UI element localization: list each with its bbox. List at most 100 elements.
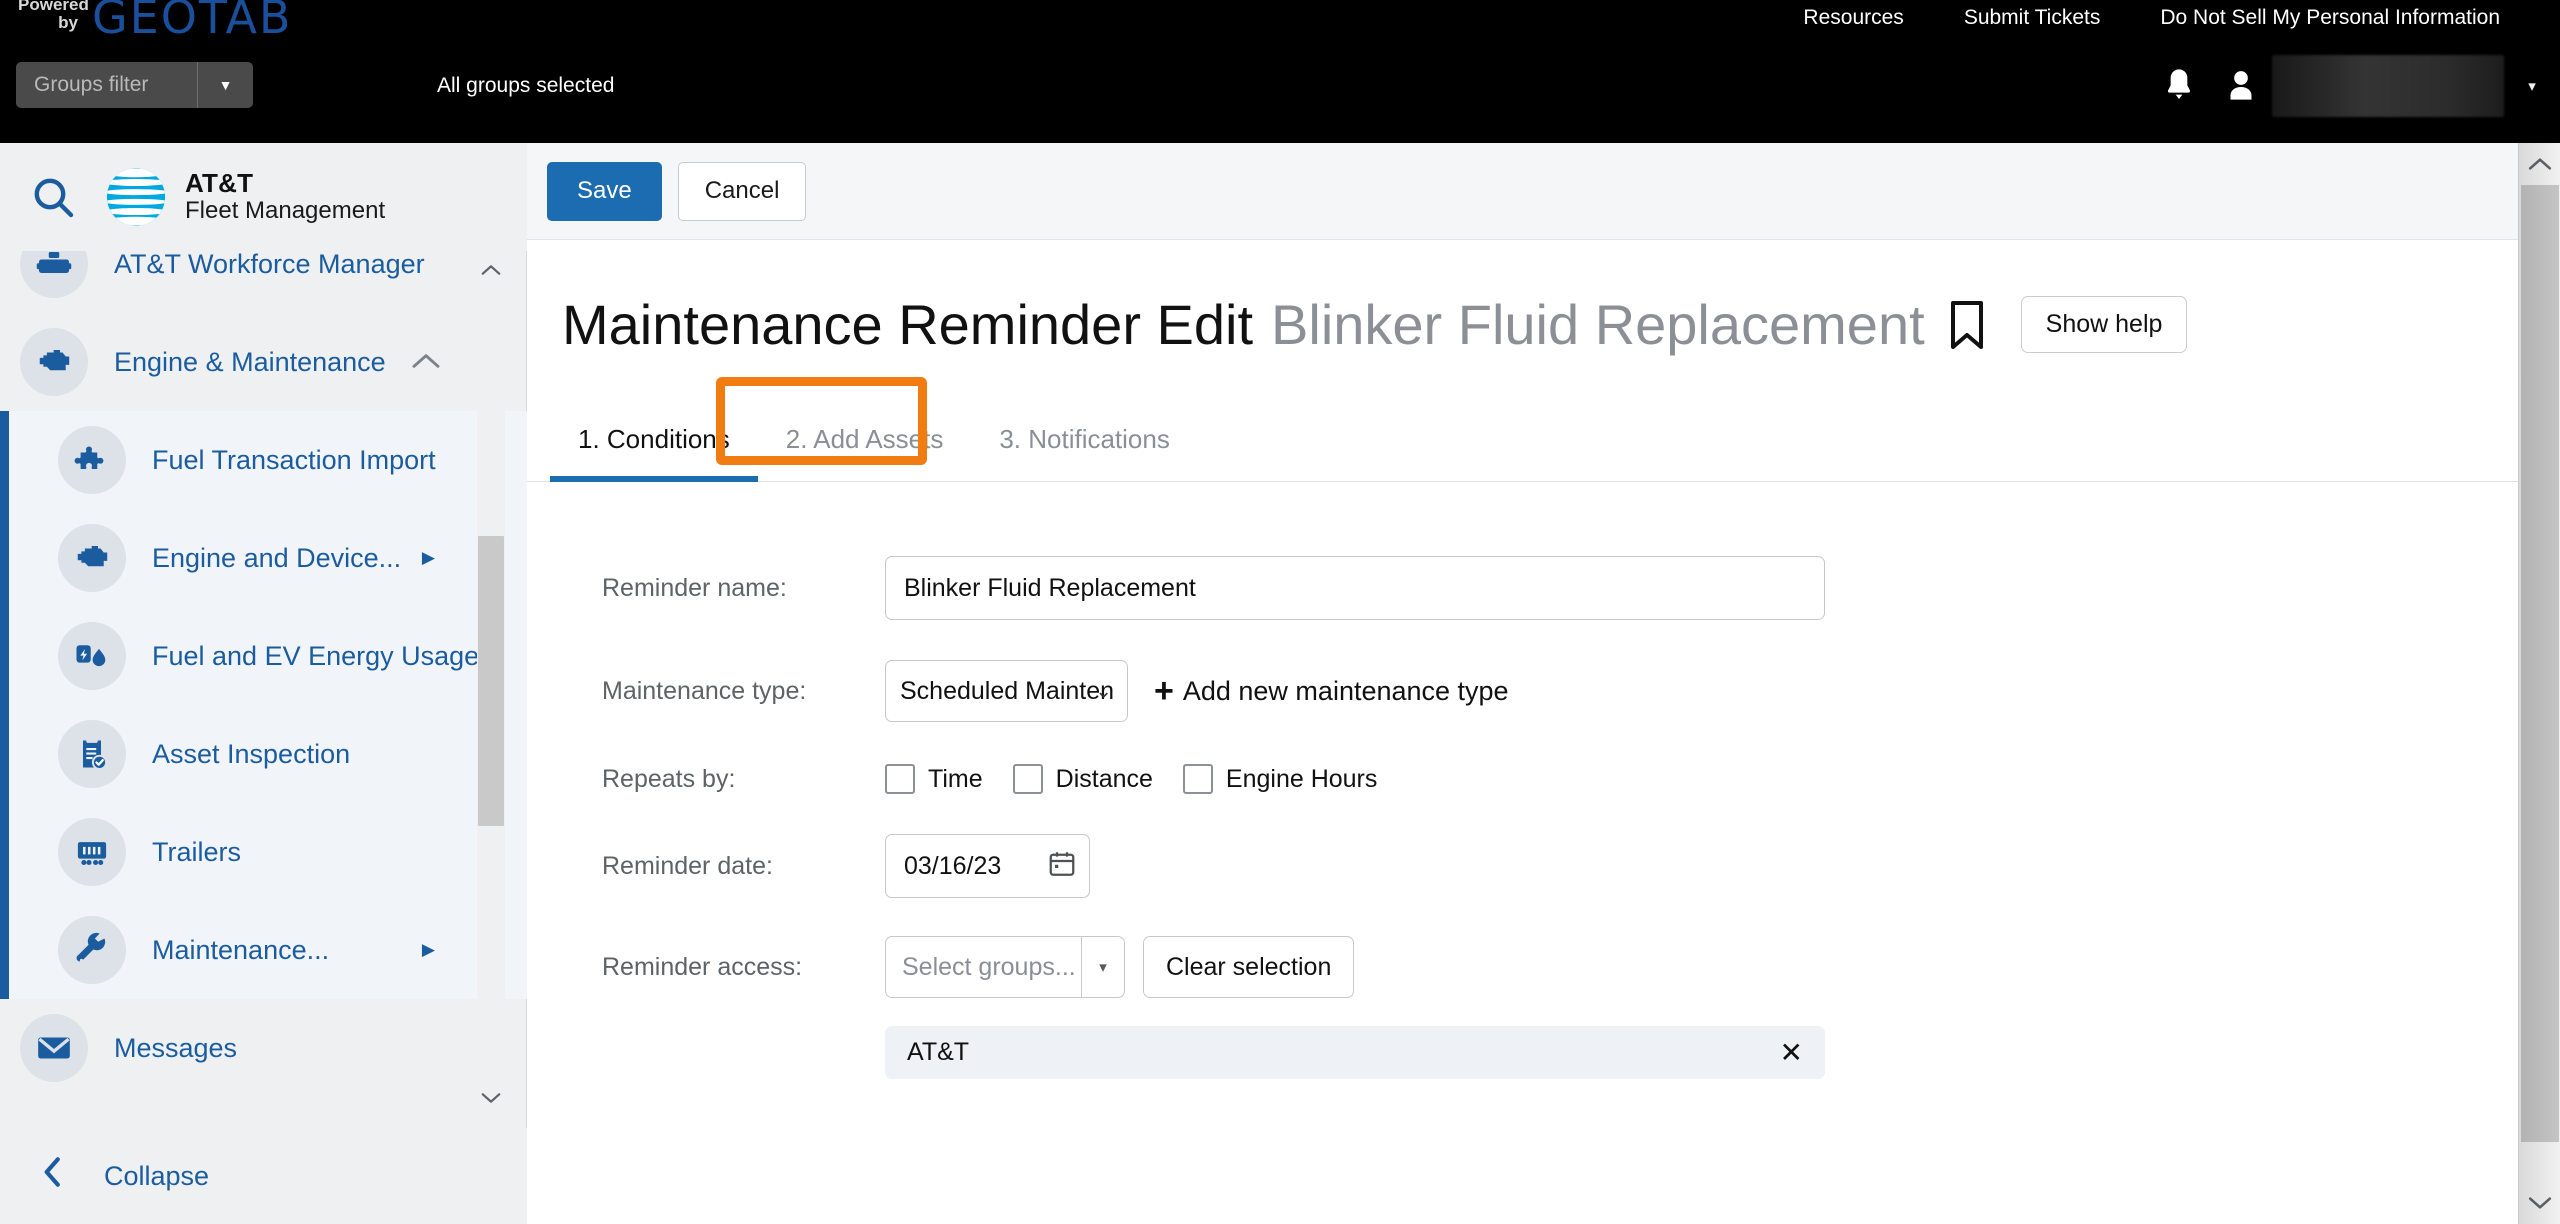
scroll-down-icon[interactable] xyxy=(2519,1182,2560,1224)
select-groups-placeholder[interactable]: Select groups... xyxy=(885,936,1081,998)
sidebar-item-engine-and-device[interactable]: Engine and Device... ▶ xyxy=(0,509,527,607)
user-name-redacted xyxy=(2272,55,2504,117)
reminder-date-input[interactable] xyxy=(885,834,1090,898)
reminder-name-input[interactable] xyxy=(885,556,1825,620)
repeats-by-checkbox-group: Time Distance Engine Hours xyxy=(885,764,1407,794)
groups-filter-dropdown[interactable]: Groups filter ▼ xyxy=(16,62,253,108)
all-groups-selected-label: All groups selected xyxy=(437,74,615,97)
checkbox-box[interactable] xyxy=(1182,764,1213,794)
page-title-row: Maintenance Reminder Edit Blinker Fluid … xyxy=(527,240,2518,357)
sidebar-item-maintenance[interactable]: Maintenance... ▶ xyxy=(0,901,527,999)
remove-group-icon[interactable]: ✕ xyxy=(1780,1038,1803,1067)
sidebar-item-messages[interactable]: Messages xyxy=(0,999,527,1097)
engine-icon xyxy=(58,524,126,592)
chevron-down-icon[interactable]: ▾ xyxy=(1081,936,1125,998)
chevron-up-icon[interactable] xyxy=(410,347,442,378)
form-row-reminder-name: Reminder name: xyxy=(602,556,2518,620)
checkbox-engine-hours[interactable]: Engine Hours xyxy=(1182,764,1378,794)
sidebar-collapse-button[interactable]: Collapse xyxy=(0,1128,527,1224)
chevron-right-icon[interactable]: ▶ xyxy=(422,548,435,568)
sidebar-item-engine-and-maintenance[interactable]: Engine & Maintenance xyxy=(0,313,527,411)
sidebar-item-label: Messages xyxy=(114,1032,238,1063)
page-subtitle: Blinker Fluid Replacement xyxy=(1271,293,1925,356)
sidebar-item-fuel-transaction-import[interactable]: Fuel Transaction Import xyxy=(0,411,527,509)
form-row-repeats-by: Repeats by: Time Distance Engine Hours xyxy=(602,764,2518,794)
tab-notifications[interactable]: 3. Notifications xyxy=(971,398,1198,481)
page-title: Maintenance Reminder Edit xyxy=(562,293,1254,356)
sidebar-item-workforce-manager[interactable]: AT&T Workforce Manager xyxy=(0,251,527,313)
scroll-up-icon[interactable] xyxy=(2519,143,2560,185)
wrench-icon xyxy=(58,916,126,984)
chevron-down-icon[interactable]: ▼ xyxy=(197,62,253,108)
puzzle-icon xyxy=(58,426,126,494)
sidebar-item-label: Trailers xyxy=(152,836,242,867)
nav-link-submit-tickets[interactable]: Submit Tickets xyxy=(1934,6,2131,30)
selected-group-label: AT&T xyxy=(907,1038,970,1066)
sidebar-header: AT&T Fleet Management xyxy=(0,143,527,251)
att-fleet-brand: AT&T Fleet Management xyxy=(105,166,385,228)
select-groups-control: Select groups... ▾ xyxy=(885,936,1125,998)
tab-add-assets[interactable]: 2. Add Assets xyxy=(758,398,972,481)
bookmark-icon[interactable] xyxy=(1947,299,1987,351)
search-icon[interactable] xyxy=(0,173,105,221)
main-scrollbar[interactable] xyxy=(2518,143,2560,1224)
envelope-icon xyxy=(20,1014,88,1082)
reminder-name-label: Reminder name: xyxy=(602,573,787,602)
sidebar-item-fuel-and-ev-energy-usage[interactable]: Fuel and EV Energy Usage xyxy=(0,607,527,705)
maintenance-type-select[interactable]: Scheduled Maintenance xyxy=(885,660,1128,722)
sidebar-submenu-engine-maintenance: Fuel Transaction Import Engine and Devic… xyxy=(0,411,527,999)
form-row-maintenance-type: Maintenance type: Scheduled Maintenance … xyxy=(602,660,2518,722)
sidebar-scrollbar-thumb[interactable] xyxy=(478,536,504,826)
checkbox-time[interactable]: Time xyxy=(885,764,983,794)
checkbox-label: Engine Hours xyxy=(1225,764,1378,793)
fuel-ev-icon xyxy=(58,622,126,690)
sidebar-item-label: Engine and Device... xyxy=(152,542,402,573)
reminder-date-wrapper xyxy=(885,834,1090,898)
top-navigation: Resources Submit Tickets Do Not Sell My … xyxy=(1773,0,2530,36)
sidebar-item-asset-inspection[interactable]: Asset Inspection xyxy=(0,705,527,803)
conditions-form: Reminder name: Maintenance type: Schedul… xyxy=(527,482,2518,1079)
trailer-icon xyxy=(58,818,126,886)
nav-link-resources[interactable]: Resources xyxy=(1773,6,1933,30)
checkbox-box[interactable] xyxy=(885,764,915,794)
chevron-right-icon[interactable]: ▶ xyxy=(422,940,435,960)
reminder-access-label: Reminder access: xyxy=(602,952,803,981)
person-icon[interactable] xyxy=(2210,56,2272,116)
powered-by-geotab-logo: Powered by GEOTAB xyxy=(18,0,292,40)
sidebar-scrollbar[interactable] xyxy=(477,251,505,1117)
sidebar-item-label: Maintenance... xyxy=(152,934,330,965)
nav-link-do-not-sell[interactable]: Do Not Sell My Personal Information xyxy=(2130,6,2530,30)
checkbox-box[interactable] xyxy=(1012,764,1043,794)
save-button[interactable]: Save xyxy=(547,161,662,221)
brand-line-fleet-management: Fleet Management xyxy=(185,197,386,225)
sidebar-item-label: AT&T Workforce Manager xyxy=(114,251,425,279)
maintenance-type-label: Maintenance type: xyxy=(602,676,807,705)
add-new-maintenance-type-label: Add new maintenance type xyxy=(1182,675,1509,706)
action-bar: Save Cancel xyxy=(527,143,2518,240)
tab-conditions[interactable]: 1. Conditions xyxy=(550,398,758,482)
top-right-icons: ▾ xyxy=(2148,55,2560,117)
sidebar-collapse-label: Collapse xyxy=(104,1160,210,1191)
clear-selection-button[interactable]: Clear selection xyxy=(1143,936,1355,998)
checkbox-distance[interactable]: Distance xyxy=(1012,764,1153,794)
form-row-reminder-date: Reminder date: xyxy=(602,834,2518,898)
scroll-up-icon[interactable] xyxy=(477,253,505,287)
att-globe-logo xyxy=(106,167,166,227)
tab-bar: 1. Conditions 2. Add Assets 3. Notificat… xyxy=(527,399,2518,482)
show-help-button[interactable]: Show help xyxy=(2020,296,2188,353)
sidebar-item-label: Fuel and EV Energy Usage xyxy=(152,640,480,671)
sidebar-item-trailers[interactable]: Trailers xyxy=(0,803,527,901)
app-root: Powered by GEOTAB Resources Submit Ticke… xyxy=(0,0,2560,1224)
scroll-down-icon[interactable] xyxy=(477,1081,505,1115)
by-word: by xyxy=(58,13,78,32)
geotab-wordmark: GEOTAB xyxy=(92,0,293,44)
sidebar-item-label: Fuel Transaction Import xyxy=(152,444,436,475)
cancel-button[interactable]: Cancel xyxy=(677,161,807,221)
chevron-down-icon[interactable]: ▾ xyxy=(2504,77,2560,95)
groups-filter-placeholder: Groups filter xyxy=(34,73,149,96)
clipboard-check-icon xyxy=(58,720,126,788)
main-scrollbar-thumb[interactable] xyxy=(2521,185,2559,1142)
sidebar-menu: AT&T Workforce Manager Engine & Maintena… xyxy=(0,251,527,1097)
add-new-maintenance-type-button[interactable]: + Add new maintenance type xyxy=(1154,674,1509,708)
bell-icon[interactable] xyxy=(2148,56,2210,116)
